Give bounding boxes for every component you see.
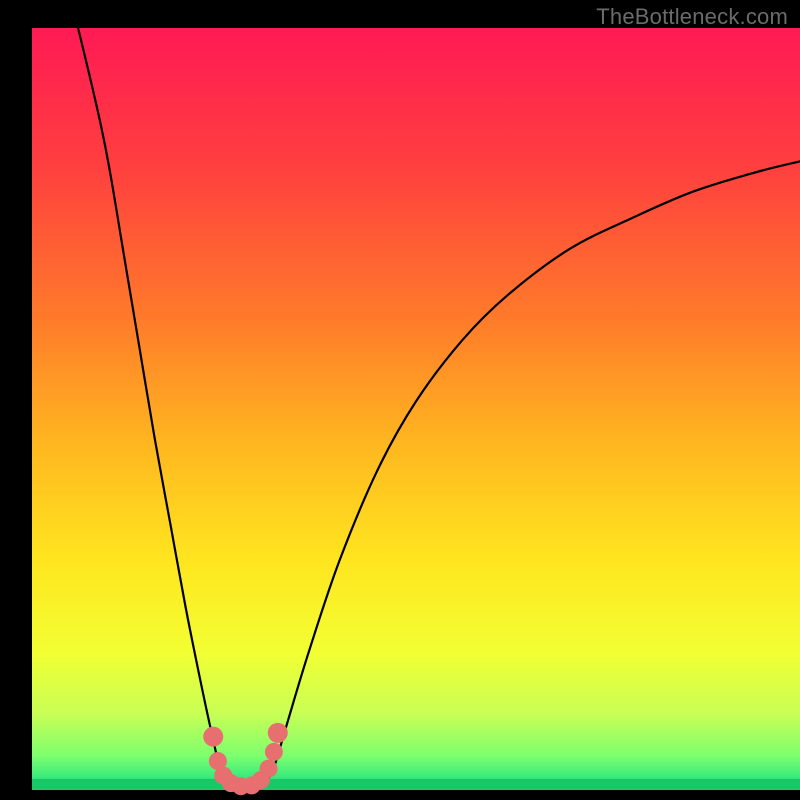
chart-frame: TheBottleneck.com — [0, 0, 800, 800]
marker-dot — [260, 760, 278, 778]
marker-dot — [203, 727, 223, 747]
bottleneck-chart — [0, 0, 800, 800]
marker-dot — [268, 723, 288, 743]
optimal-strip — [32, 779, 800, 788]
marker-dot — [265, 743, 283, 761]
plot-area — [32, 28, 800, 790]
watermark-text: TheBottleneck.com — [596, 4, 788, 30]
